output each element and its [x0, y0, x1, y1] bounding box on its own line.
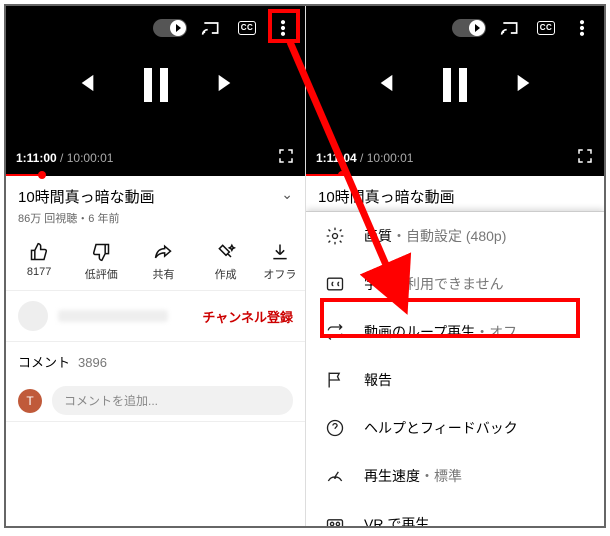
- current-time: 1:11:04: [316, 151, 357, 165]
- fullscreen-icon[interactable]: [277, 147, 295, 168]
- cast-icon[interactable]: [494, 12, 526, 44]
- duration: 10:00:01: [367, 151, 414, 165]
- video-subtitle: 86万 回視聴・6 年前: [18, 210, 293, 226]
- next-icon[interactable]: [513, 69, 541, 102]
- phone-left: CC 1:11:00 / 10:00:01 10時間真っ暗な動画 ⌄ 86万: [6, 6, 305, 526]
- pause-icon[interactable]: [443, 68, 467, 102]
- gear-icon: [324, 225, 346, 247]
- menu-report[interactable]: 報告: [306, 356, 604, 404]
- autoplay-toggle[interactable]: [153, 19, 187, 37]
- cast-icon[interactable]: [195, 12, 227, 44]
- video-player[interactable]: CC 1:11:00 / 10:00:01: [6, 6, 305, 176]
- channel-name: [58, 310, 168, 322]
- channel-row[interactable]: チャンネル登録: [6, 291, 305, 342]
- video-title: 10時間真っ暗な動画: [18, 186, 155, 207]
- menu-captions[interactable]: 字幕・利用できません: [306, 260, 604, 308]
- prev-icon[interactable]: [70, 69, 98, 102]
- cc-icon[interactable]: CC: [530, 12, 562, 44]
- flag-icon: [324, 369, 346, 391]
- video-title: 10時間真っ暗な動画: [318, 186, 592, 207]
- like-button[interactable]: 8177: [11, 242, 67, 282]
- cc-icon[interactable]: CC: [231, 12, 263, 44]
- channel-avatar: [18, 301, 48, 331]
- prev-icon[interactable]: [369, 69, 397, 102]
- comments-label: コメント: [18, 355, 70, 370]
- share-button[interactable]: 共有: [135, 242, 191, 282]
- more-menu-icon[interactable]: [267, 12, 299, 44]
- options-menu: 画質・自動設定 (480p) 字幕・利用できません 動画のループ再生・オフ 報告…: [306, 211, 604, 526]
- more-menu-icon[interactable]: [566, 12, 598, 44]
- next-icon[interactable]: [214, 69, 242, 102]
- phone-right: CC 1:11:04 / 10:00:01 10時間真っ暗な動画 86万 回視聴…: [305, 6, 604, 526]
- speed-icon: [324, 465, 346, 487]
- expand-icon[interactable]: ⌄: [281, 186, 293, 203]
- pause-icon[interactable]: [144, 68, 168, 102]
- dislike-button[interactable]: 低評価: [73, 242, 129, 282]
- video-player[interactable]: CC 1:11:04 / 10:00:01: [306, 6, 604, 176]
- menu-vr[interactable]: VR で再生: [306, 500, 604, 526]
- duration: 10:00:01: [67, 151, 114, 165]
- menu-loop[interactable]: 動画のループ再生・オフ: [306, 308, 604, 356]
- user-avatar: T: [18, 389, 42, 413]
- cc-icon: [324, 273, 346, 295]
- offline-button[interactable]: オフラ: [260, 242, 300, 282]
- help-icon: [324, 417, 346, 439]
- autoplay-toggle[interactable]: [452, 19, 486, 37]
- comments-count: 3896: [78, 355, 107, 370]
- fullscreen-icon[interactable]: [576, 147, 594, 168]
- create-button[interactable]: 作成: [198, 242, 254, 282]
- menu-help[interactable]: ヘルプとフィードバック: [306, 404, 604, 452]
- comment-input[interactable]: コメントを追加...: [52, 386, 293, 415]
- menu-speed[interactable]: 再生速度・標準: [306, 452, 604, 500]
- menu-quality[interactable]: 画質・自動設定 (480p): [306, 212, 604, 260]
- subscribe-button[interactable]: チャンネル登録: [202, 307, 293, 326]
- vr-icon: [324, 513, 346, 526]
- loop-icon: [324, 321, 346, 343]
- current-time: 1:11:00: [16, 151, 57, 165]
- video-meta[interactable]: 10時間真っ暗な動画 ⌄ 86万 回視聴・6 年前: [6, 176, 305, 232]
